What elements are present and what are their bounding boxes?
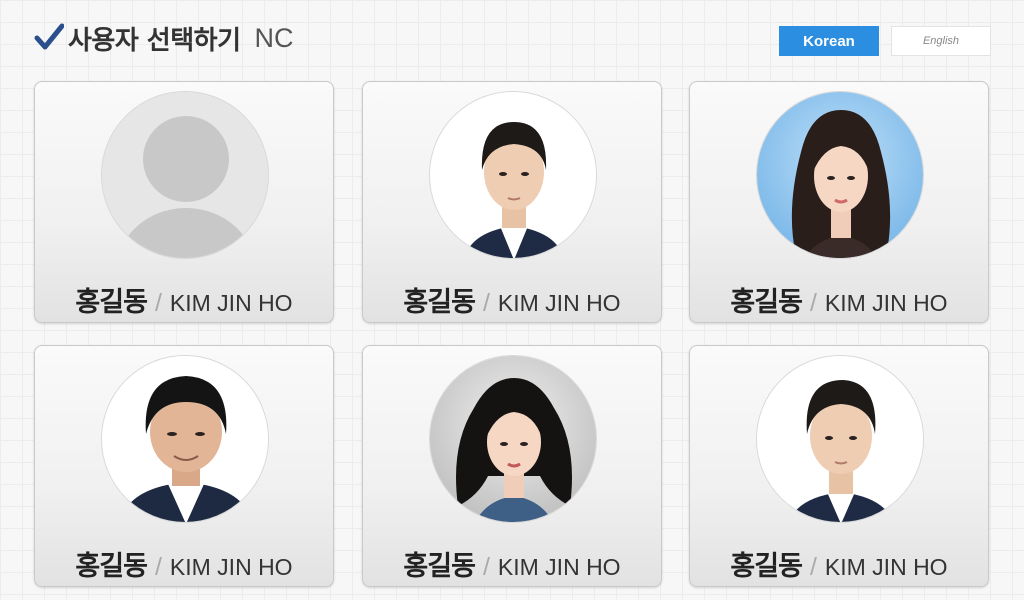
profile-photo	[101, 355, 269, 523]
profile-photo	[429, 91, 597, 259]
user-card[interactable]: 홍길동 / KIM JIN HO	[34, 81, 334, 323]
name-separator: /	[154, 553, 162, 581]
user-name-korean: 홍길동	[730, 551, 803, 582]
user-name-korean: 홍길동	[403, 551, 476, 582]
default-avatar-icon	[101, 91, 269, 259]
language-english-button[interactable]: English	[891, 26, 991, 56]
user-name: 홍길동 / KIM JIN HO	[35, 544, 333, 584]
user-card[interactable]: 홍길동 / KIM JIN HO	[689, 345, 989, 587]
user-name-english: KIM JIN HO	[497, 554, 621, 580]
language-korean-button[interactable]: Korean	[779, 26, 879, 56]
name-separator: /	[482, 289, 490, 317]
user-name: 홍길동 / KIM JIN HO	[690, 544, 988, 584]
name-separator: /	[154, 289, 162, 317]
page-subtitle: NC	[254, 22, 294, 53]
user-name: 홍길동 / KIM JIN HO	[363, 280, 661, 320]
user-card[interactable]: 홍길동 / KIM JIN HO	[362, 345, 662, 587]
name-separator: /	[482, 553, 490, 581]
user-name-english: KIM JIN HO	[497, 290, 621, 316]
user-name-korean: 홍길동	[730, 287, 803, 318]
profile-photo	[429, 355, 597, 523]
checkmark-icon	[34, 23, 64, 53]
page-title: 사용자 선택하기	[68, 25, 241, 56]
user-card[interactable]: 홍길동 / KIM JIN HO	[689, 81, 989, 323]
user-name-english: KIM JIN HO	[824, 290, 948, 316]
profile-photo	[756, 91, 924, 259]
user-name-english: KIM JIN HO	[169, 554, 293, 580]
profile-photo	[756, 355, 924, 523]
user-name-english: KIM JIN HO	[824, 554, 948, 580]
user-name-korean: 홍길동	[403, 287, 476, 318]
user-name-english: KIM JIN HO	[169, 290, 293, 316]
user-name: 홍길동 / KIM JIN HO	[363, 544, 661, 584]
user-card[interactable]: 홍길동 / KIM JIN HO	[362, 81, 662, 323]
name-separator: /	[809, 289, 817, 317]
user-name-korean: 홍길동	[75, 287, 148, 318]
user-name: 홍길동 / KIM JIN HO	[35, 280, 333, 320]
user-name-korean: 홍길동	[75, 551, 148, 582]
name-separator: /	[809, 553, 817, 581]
user-name: 홍길동 / KIM JIN HO	[690, 280, 988, 320]
page-header: 사용자 선택하기 NC	[34, 18, 294, 58]
user-card[interactable]: 홍길동 / KIM JIN HO	[34, 345, 334, 587]
